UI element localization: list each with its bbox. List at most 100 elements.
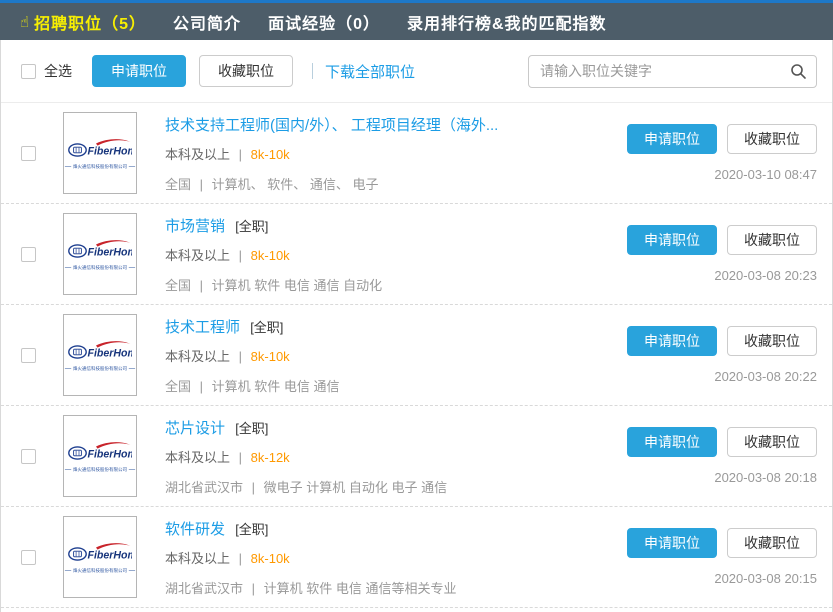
job-type-label: [全职] (235, 421, 268, 436)
job-type-label: [全职] (235, 522, 268, 537)
list-toolbar: 全选 申请职位 收藏职位 下载全部职位 (1, 40, 832, 103)
tab-ranking-match[interactable]: 录用排行榜&我的匹配指数 (407, 10, 607, 34)
education-label: 本科及以上 (165, 147, 230, 162)
action-buttons: 申请职位 收藏职位 (627, 326, 817, 356)
tab-company-profile[interactable]: 公司简介 (173, 10, 241, 34)
job-info: 技术支持工程师(国内/外）、 工程项目经理（海外... 本科及以上 | 8k-1… (165, 114, 627, 193)
fiberhome-logo-icon: FiberHome (68, 238, 132, 262)
svg-text:FiberHome: FiberHome (88, 549, 133, 561)
job-row: FiberHome 烽火通信科技股份有限公司 市场营销 [全职] 本科及以上 |… (1, 204, 832, 305)
job-info: 软件研发 [全职] 本科及以上 | 8k-10k 湖北省武汉市 | 计算机 软件… (165, 518, 627, 597)
svg-text:FiberHome: FiberHome (88, 246, 133, 258)
favorite-job-button[interactable]: 收藏职位 (727, 124, 817, 154)
apply-job-button[interactable]: 申请职位 (627, 225, 717, 255)
logo-tagline: 烽火通信科技股份有限公司 (63, 264, 137, 270)
fiberhome-logo-icon: FiberHome (68, 440, 132, 464)
location-label: 湖北省武汉市 (165, 480, 243, 495)
tab-jobs-label: 招聘职位（5） (34, 10, 146, 34)
job-row-checkbox[interactable] (21, 247, 36, 262)
job-title-line: 软件研发 [全职] (165, 518, 627, 539)
tags-separator: | (252, 581, 255, 596)
job-title-link[interactable]: 软件研发 (165, 521, 225, 538)
post-timestamp: 2020-03-08 20:22 (714, 369, 817, 384)
meta-separator: | (239, 349, 242, 364)
tags-separator: | (200, 379, 203, 394)
svg-text:FiberHome: FiberHome (88, 347, 133, 359)
job-requirements: 本科及以上 | 8k-12k (165, 447, 627, 466)
education-label: 本科及以上 (165, 349, 230, 364)
job-requirements: 本科及以上 | 8k-10k (165, 245, 627, 264)
favorite-job-button[interactable]: 收藏职位 (727, 528, 817, 558)
search-icon[interactable] (790, 63, 807, 80)
post-timestamp: 2020-03-10 08:47 (714, 167, 817, 182)
fiberhome-logo-icon: FiberHome (68, 137, 132, 161)
fields-label: 计算机 软件 电信 通信等相关专业 (264, 581, 457, 596)
logo-tagline: 烽火通信科技股份有限公司 (63, 466, 137, 472)
job-title-link[interactable]: 技术支持工程师(国内/外）、 工程项目经理（海外... (165, 117, 498, 134)
job-location-fields: 湖北省武汉市 | 计算机 软件 电信 通信等相关专业 (165, 578, 627, 597)
job-location-fields: 全国 | 计算机、 软件、 通信、 电子 (165, 174, 627, 193)
fields-label: 计算机、 软件、 通信、 电子 (212, 177, 379, 192)
favorite-job-button[interactable]: 收藏职位 (727, 326, 817, 356)
job-title-link[interactable]: 技术工程师 (165, 319, 240, 336)
download-all-jobs-link[interactable]: 下载全部职位 (325, 61, 415, 82)
job-title-link[interactable]: 市场营销 (165, 218, 225, 235)
job-title-line: 市场营销 [全职] (165, 215, 627, 236)
job-title-line: 技术工程师 [全职] (165, 316, 627, 337)
favorite-jobs-button[interactable]: 收藏职位 (199, 55, 293, 87)
job-row: FiberHome 烽火通信科技股份有限公司 技术支持工程师(国内/外）、 工程… (1, 103, 832, 204)
action-buttons: 申请职位 收藏职位 (627, 225, 817, 255)
location-label: 湖北省武汉市 (165, 581, 243, 596)
job-location-fields: 全国 | 计算机 软件 电信 通信 自动化 (165, 275, 627, 294)
tab-jobs[interactable]: ☝ 招聘职位（5） (20, 10, 146, 34)
job-actions: 申请职位 收藏职位 2020-03-08 20:18 (627, 427, 817, 485)
company-logo: FiberHome 烽火通信科技股份有限公司 (63, 516, 137, 598)
tags-separator: | (200, 177, 203, 192)
logo-tagline: 烽火通信科技股份有限公司 (63, 567, 137, 573)
job-title-line: 芯片设计 [全职] (165, 417, 627, 438)
job-info: 芯片设计 [全职] 本科及以上 | 8k-12k 湖北省武汉市 | 微电子 计算… (165, 417, 627, 496)
tab-interview-experience[interactable]: 面试经验（0） (268, 10, 380, 34)
apply-job-button[interactable]: 申请职位 (627, 427, 717, 457)
apply-jobs-button[interactable]: 申请职位 (92, 55, 186, 87)
meta-separator: | (239, 450, 242, 465)
tags-separator: | (200, 278, 203, 293)
post-timestamp: 2020-03-08 20:23 (714, 268, 817, 283)
job-row-checkbox[interactable] (21, 348, 36, 363)
meta-separator: | (239, 248, 242, 263)
favorite-job-button[interactable]: 收藏职位 (727, 427, 817, 457)
apply-job-button[interactable]: 申请职位 (627, 326, 717, 356)
select-all-checkbox[interactable] (21, 64, 36, 79)
salary-label: 8k-10k (251, 349, 290, 364)
svg-text:FiberHome: FiberHome (88, 145, 133, 157)
location-label: 全国 (165, 177, 191, 192)
location-label: 全国 (165, 379, 191, 394)
job-row-checkbox[interactable] (21, 146, 36, 161)
apply-job-button[interactable]: 申请职位 (627, 528, 717, 558)
job-row-checkbox[interactable] (21, 449, 36, 464)
job-search-input[interactable] (540, 63, 790, 79)
job-row: FiberHome 烽火通信科技股份有限公司 芯片设计 [全职] 本科及以上 |… (1, 406, 832, 507)
post-timestamp: 2020-03-08 20:18 (714, 470, 817, 485)
favorite-job-button[interactable]: 收藏职位 (727, 225, 817, 255)
meta-separator: | (239, 551, 242, 566)
company-logo: FiberHome 烽火通信科技股份有限公司 (63, 415, 137, 497)
education-label: 本科及以上 (165, 248, 230, 263)
job-title-link[interactable]: 芯片设计 (165, 420, 225, 437)
job-location-fields: 全国 | 计算机 软件 电信 通信 (165, 376, 627, 395)
salary-label: 8k-12k (251, 450, 290, 465)
tab-company-profile-label: 公司简介 (173, 10, 241, 34)
job-actions: 申请职位 收藏职位 2020-03-08 20:15 (627, 528, 817, 586)
select-all-label: 全选 (44, 61, 72, 81)
action-buttons: 申请职位 收藏职位 (627, 528, 817, 558)
meta-separator: | (239, 147, 242, 162)
logo-tagline: 烽火通信科技股份有限公司 (63, 365, 137, 371)
job-list: FiberHome 烽火通信科技股份有限公司 技术支持工程师(国内/外）、 工程… (1, 103, 832, 608)
apply-job-button[interactable]: 申请职位 (627, 124, 717, 154)
education-label: 本科及以上 (165, 551, 230, 566)
location-label: 全国 (165, 278, 191, 293)
hand-pointer-icon: ☝ (20, 13, 30, 31)
job-row-checkbox[interactable] (21, 550, 36, 565)
job-list-page: 全选 申请职位 收藏职位 下载全部职位 FiberHome (0, 40, 833, 612)
fiberhome-logo-icon: FiberHome (68, 339, 132, 363)
